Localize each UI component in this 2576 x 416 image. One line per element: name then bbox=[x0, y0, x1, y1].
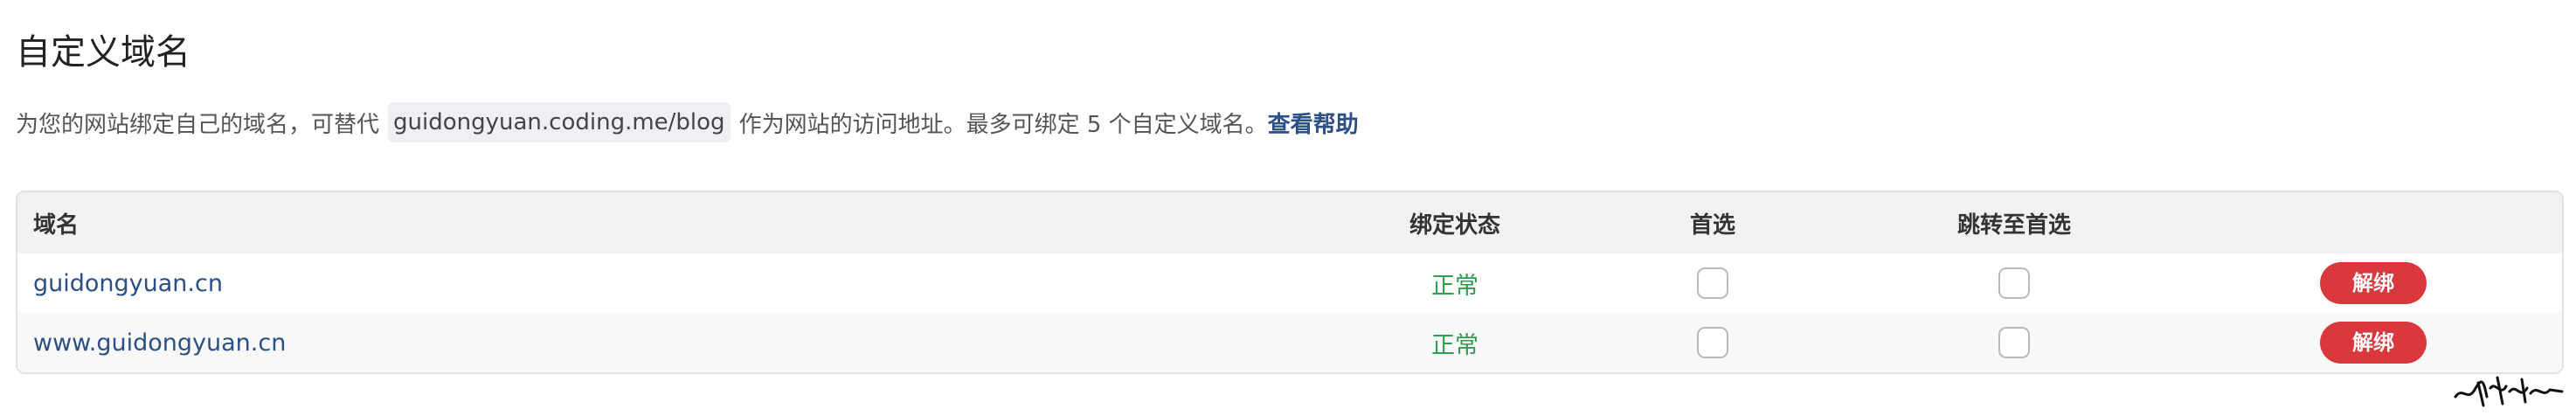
signature-watermark-icon bbox=[2454, 376, 2564, 407]
preferred-checkbox[interactable] bbox=[1697, 327, 1728, 358]
description-text-after: 作为网站的访问地址。最多可绑定 5 个自定义域名。 bbox=[738, 111, 1268, 138]
table-row: guidongyuan.cn 正常 解绑 bbox=[17, 253, 2562, 313]
status-badge: 正常 bbox=[1431, 272, 1478, 300]
domain-link[interactable]: guidongyuan.cn bbox=[33, 270, 223, 297]
status-badge: 正常 bbox=[1431, 331, 1478, 359]
domain-table: 域名 绑定状态 首选 跳转至首选 guidongyuan.cn 正常 解绑 ww… bbox=[16, 191, 2564, 374]
unbind-button[interactable]: 解绑 bbox=[2320, 262, 2427, 304]
header-status: 绑定状态 bbox=[1409, 211, 1500, 239]
header-domain: 域名 bbox=[33, 211, 80, 239]
header-redirect: 跳转至首选 bbox=[1956, 211, 2071, 239]
header-preferred: 首选 bbox=[1689, 211, 1735, 239]
table-header-row: 域名 绑定状态 首选 跳转至首选 bbox=[17, 192, 2562, 253]
description-text-before: 为您的网站绑定自己的域名，可替代 bbox=[16, 111, 380, 138]
page-title: 自定义域名 bbox=[16, 32, 190, 73]
help-link[interactable]: 查看帮助 bbox=[1268, 107, 1359, 139]
description: 为您的网站绑定自己的域名，可替代 guidongyuan.coding.me/b… bbox=[16, 98, 1359, 147]
redirect-checkbox[interactable] bbox=[1998, 267, 2030, 299]
domain-link[interactable]: www.guidongyuan.cn bbox=[33, 329, 286, 357]
table-row: www.guidongyuan.cn 正常 解绑 bbox=[17, 313, 2562, 372]
unbind-button[interactable]: 解绑 bbox=[2320, 322, 2427, 364]
redirect-checkbox[interactable] bbox=[1998, 327, 2030, 358]
header-actions bbox=[2185, 192, 2562, 253]
default-domain-code: guidongyuan.coding.me/blog bbox=[388, 102, 731, 142]
preferred-checkbox[interactable] bbox=[1697, 267, 1728, 299]
